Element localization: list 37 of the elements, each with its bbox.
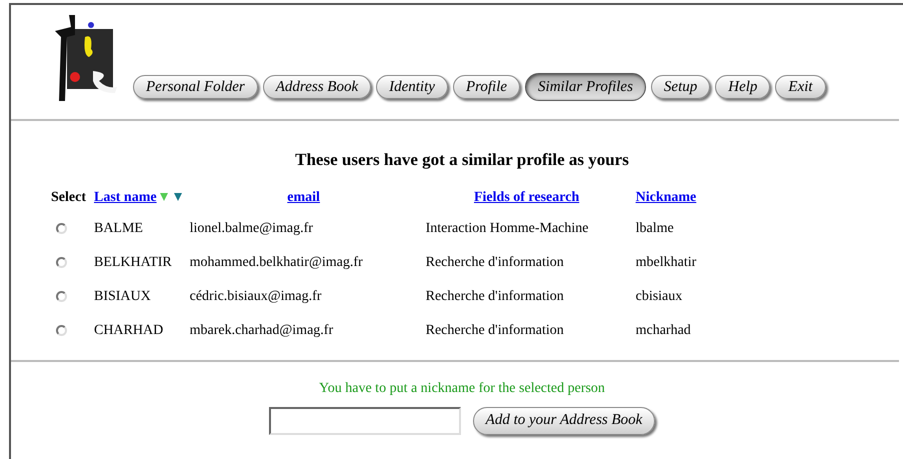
nav-tab[interactable]: Identity (376, 75, 448, 99)
table-cell: Recherche d'information (426, 289, 564, 304)
table-cell: cédric.bisiaux@imag.fr (190, 289, 322, 304)
add-button[interactable]: Add to your Address Book (472, 406, 656, 434)
table-cell: BALME (94, 221, 143, 236)
nav-tab[interactable]: Profile (452, 75, 520, 99)
sort-link[interactable]: email (287, 186, 320, 208)
table-cell: BELKHATIR (94, 255, 172, 270)
nav-tab[interactable]: Personal Folder (133, 75, 258, 99)
table-cell: Recherche d'information (426, 255, 564, 270)
radio-button[interactable] (56, 223, 67, 234)
table-cell: mcharhad (636, 323, 691, 338)
table-cell: mbarek.charhad@imag.fr (190, 323, 334, 338)
table-cell: Interaction Homme-Machine (426, 221, 588, 236)
table-cell: cbisiaux (636, 289, 682, 304)
radio-button[interactable] (56, 325, 67, 336)
nav-tab[interactable]: Exit (775, 75, 826, 99)
nav-tab[interactable]: Help (715, 75, 770, 99)
sort-link[interactable]: Nickname (636, 186, 696, 208)
table-cell: CHARHAD (94, 323, 164, 338)
table-cell: BISIAUX (94, 289, 151, 304)
nav-tab[interactable]: Setup (650, 75, 710, 99)
radio-button[interactable] (56, 257, 67, 268)
nav-tab[interactable]: Address Book (262, 75, 372, 99)
sort-link[interactable]: Fields of research (474, 186, 580, 208)
nav-tab[interactable]: Similar Profiles (525, 73, 646, 101)
radio-button[interactable] (56, 291, 67, 302)
page-heading: These users have got a similar profile as yours (294, 149, 630, 171)
column-header: Select (51, 190, 86, 204)
nickname-field[interactable] (268, 406, 461, 434)
table-cell: lionel.balme@imag.fr (190, 221, 313, 236)
table-cell: Recherche d'information (426, 323, 564, 338)
instruction-message: You have to put a nickname for the selected person (319, 380, 605, 398)
table-cell: mohammed.belkhatir@imag.fr (190, 255, 363, 270)
sort-link[interactable]: Last name (94, 186, 157, 208)
table-cell: mbelkhatir (636, 255, 696, 270)
table-cell: lbalme (636, 221, 674, 236)
